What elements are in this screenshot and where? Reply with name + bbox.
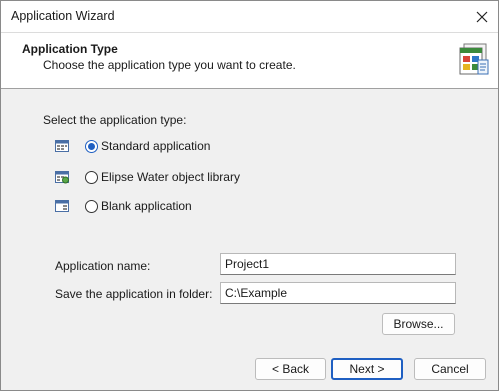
back-button[interactable]: < Back [255, 358, 326, 380]
folder-label: Save the application in folder: [55, 287, 213, 301]
page-subtitle: Choose the application type you want to … [43, 58, 296, 72]
folder-input[interactable] [220, 282, 456, 304]
type-section-label: Select the application type: [43, 113, 187, 127]
page-title: Application Type [22, 42, 118, 56]
close-button[interactable] [466, 1, 498, 32]
title-bar: Application Wizard [1, 1, 498, 32]
option-blank-application[interactable]: Blank application [54, 197, 192, 215]
standard-application-label: Standard application [101, 139, 211, 153]
option-standard-application[interactable]: Standard application [54, 137, 210, 155]
object-library-icon [55, 171, 69, 184]
wizard-header: Application Type Choose the application … [1, 32, 498, 89]
standard-application-radio[interactable] [85, 139, 98, 153]
window-title: Application Wizard [11, 9, 115, 23]
standard-app-icon [55, 140, 69, 152]
object-library-radio[interactable] [85, 170, 98, 184]
cancel-button[interactable]: Cancel [414, 358, 486, 380]
browse-button[interactable]: Browse... [382, 313, 455, 335]
close-icon [476, 11, 488, 22]
application-name-input[interactable] [220, 253, 456, 275]
application-name-label: Application name: [55, 259, 151, 273]
next-button[interactable]: Next > [331, 358, 403, 380]
option-object-library[interactable]: Elipse Water object library [54, 168, 240, 186]
wizard-app-icon [459, 43, 489, 75]
application-wizard-window: Application Wizard Application Type Choo… [0, 0, 499, 391]
object-library-label: Elipse Water object library [101, 170, 240, 184]
blank-app-icon [55, 200, 69, 212]
blank-application-radio[interactable] [85, 199, 98, 213]
blank-application-label: Blank application [101, 199, 192, 213]
